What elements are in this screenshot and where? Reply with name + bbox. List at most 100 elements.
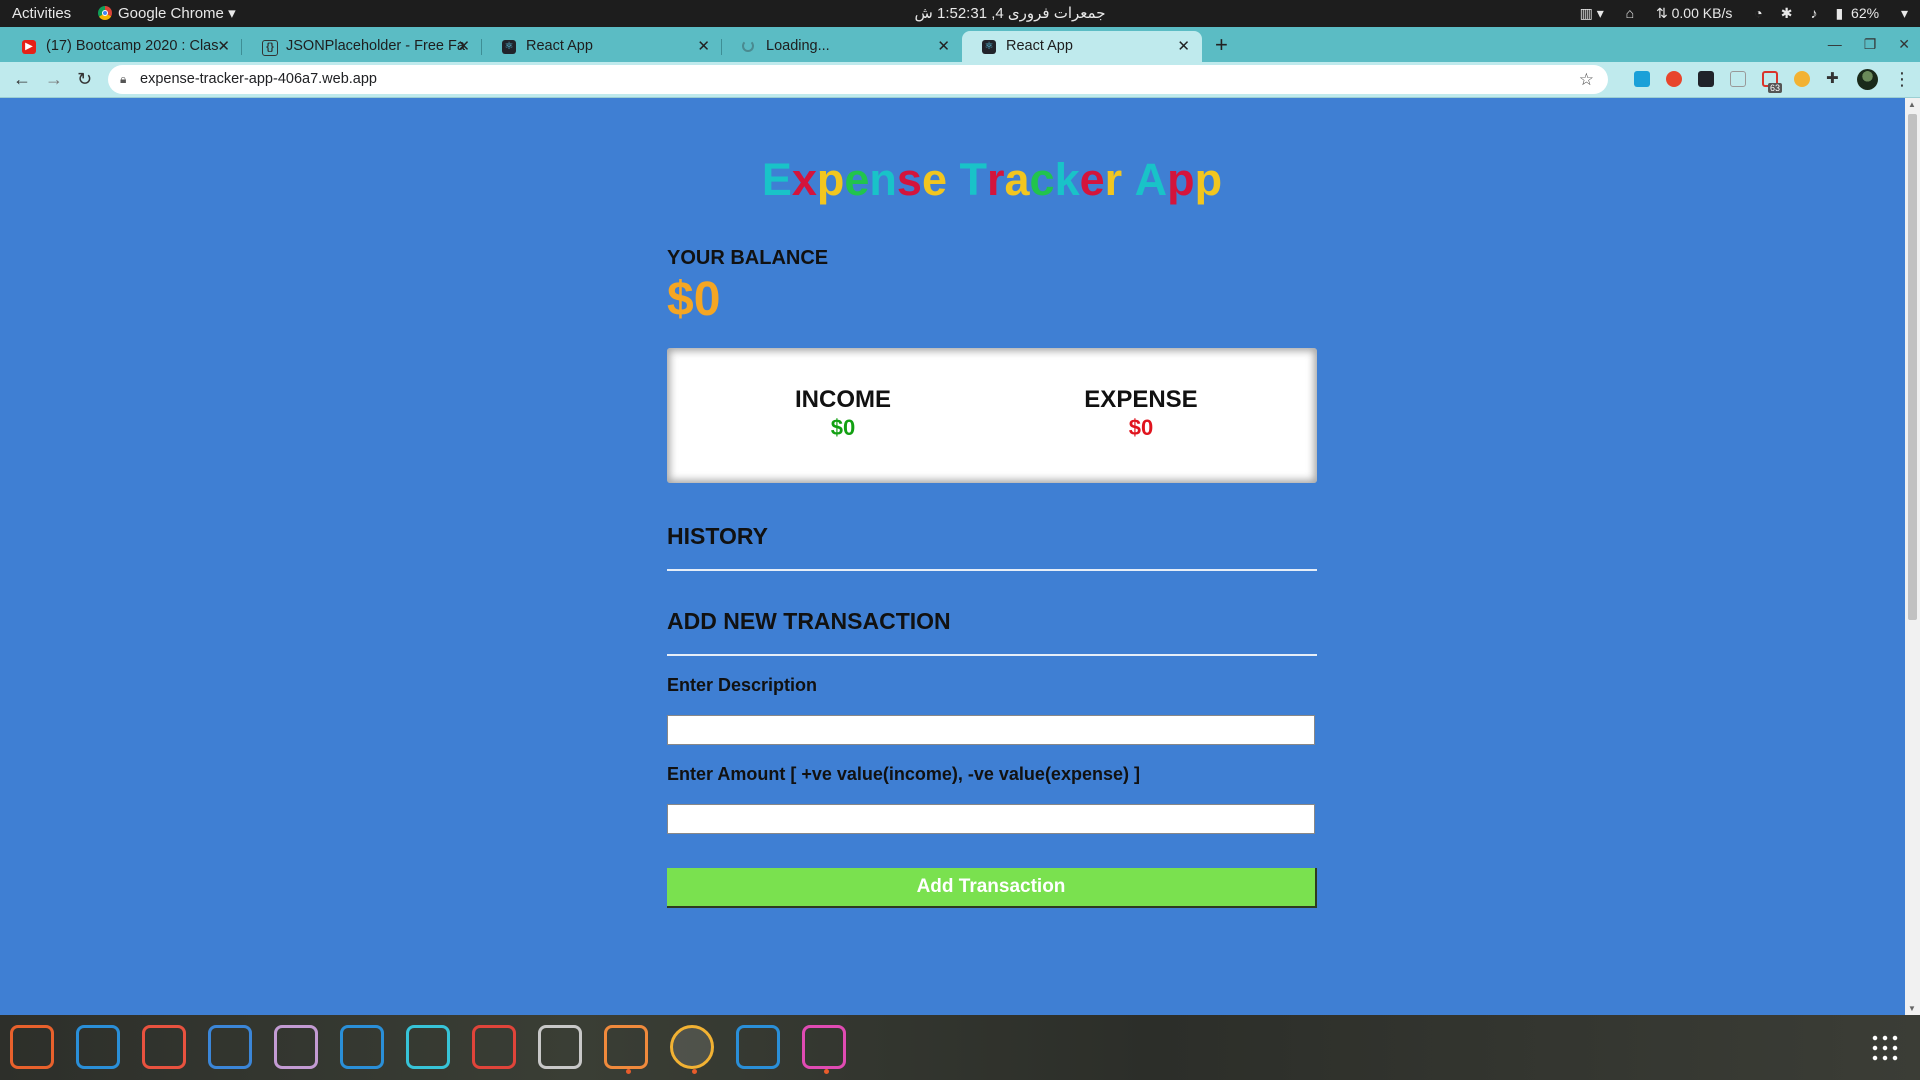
wifi-icon[interactable]: ◔	[1754, 5, 1762, 21]
extensions-puzzle-icon[interactable]: ✚	[1826, 71, 1842, 87]
files-icon[interactable]	[604, 1025, 648, 1074]
expense-label: EXPENSE	[1084, 386, 1198, 413]
vscode-icon[interactable]	[736, 1025, 780, 1069]
lock-icon[interactable]: 🔒︎	[120, 65, 126, 94]
income-label: INCOME	[795, 386, 891, 413]
title-letter: e	[1079, 154, 1105, 205]
web-page: Expense Tracker App YOUR BALANCE $0 INCO…	[0, 98, 1905, 1015]
extension-translate-icon[interactable]	[1634, 71, 1650, 87]
title-letter: e	[844, 154, 870, 205]
notes-icon[interactable]	[802, 1025, 846, 1074]
terminal-icon[interactable]	[406, 1025, 450, 1069]
chrome-menu-icon[interactable]: ⋮	[1893, 62, 1911, 97]
title-letter: A	[1134, 154, 1168, 205]
mail-extension-icon[interactable]	[1730, 71, 1746, 87]
tab-youtube[interactable]: ▶ (17) Bootcamp 2020 : Clas ✕	[2, 31, 242, 62]
title-letter: n	[869, 154, 897, 205]
usb-icon[interactable]: ⌂	[1626, 5, 1634, 21]
document-viewer-icon[interactable]	[538, 1025, 582, 1069]
pdf-viewer-icon[interactable]	[472, 1025, 516, 1069]
title-letter: p	[816, 154, 845, 205]
extension-badge-count: 63	[1767, 83, 1782, 93]
amount-input[interactable]	[667, 804, 1315, 834]
title-letter: e	[921, 154, 947, 205]
balance-value: $0	[667, 273, 721, 326]
back-icon[interactable]: ←	[13, 62, 31, 97]
close-icon[interactable]: ✕	[217, 31, 230, 62]
tab-jsonplaceholder[interactable]: {} JSONPlaceholder - Free Fa ✕	[242, 31, 482, 62]
help-icon[interactable]	[340, 1025, 384, 1069]
extension-checkmark-icon[interactable]	[1794, 71, 1810, 87]
history-heading: HISTORY	[667, 523, 768, 549]
title-letter	[1122, 154, 1135, 206]
add-transaction-divider	[667, 654, 1317, 656]
react-devtools-icon[interactable]	[1698, 71, 1714, 87]
description-label: Enter Description	[667, 675, 818, 695]
tab-title: (17) Bootcamp 2020 : Clas	[46, 38, 219, 54]
income-value: $0	[830, 415, 856, 440]
youtube-icon: ▶	[22, 40, 36, 54]
extension-badge-icon[interactable]: 63	[1762, 71, 1782, 93]
dock	[0, 1015, 1920, 1080]
page-scrollbar[interactable]: ▲ ▼	[1905, 98, 1920, 1015]
scroll-up-icon[interactable]: ▲	[1908, 100, 1916, 109]
tab-react-app[interactable]: ⚛ React App ✕	[482, 31, 722, 62]
restore-icon[interactable]: ❐	[1864, 36, 1877, 52]
reload-icon[interactable]: ↻	[77, 62, 92, 97]
close-icon[interactable]: ✕	[937, 31, 950, 62]
music-icon[interactable]	[142, 1025, 186, 1069]
title-letter: p	[1194, 154, 1223, 205]
window-controls: — ❐ ✕	[1806, 27, 1910, 62]
react-icon: ⚛	[982, 40, 996, 54]
history-divider	[667, 569, 1317, 571]
title-letter: k	[1054, 154, 1080, 205]
close-icon[interactable]: ✕	[697, 31, 710, 62]
text-editor-icon[interactable]	[208, 1025, 252, 1069]
browser-toolbar: ← → ↻ 🔒︎ expense-tracker-app-406a7.web.a…	[0, 62, 1920, 98]
forward-icon[interactable]: →	[45, 62, 63, 97]
bluetooth-icon[interactable]: ✱	[1781, 5, 1793, 21]
show-applications-icon[interactable]	[1870, 1033, 1900, 1063]
amount-label: Enter Amount [ +ve value(income), -ve va…	[667, 764, 1140, 784]
tab-strip: ▶ (17) Bootcamp 2020 : Clas ✕ {} JSONPla…	[0, 27, 1920, 62]
address-bar[interactable]: 🔒︎ expense-tracker-app-406a7.web.app ☆	[108, 65, 1608, 94]
profile-avatar[interactable]	[1857, 69, 1878, 90]
close-icon[interactable]: ✕	[1177, 31, 1190, 62]
chevron-down-icon[interactable]: ▾	[1901, 5, 1908, 21]
expense-value: $0	[1128, 415, 1154, 440]
add-transaction-button[interactable]: Add Transaction	[667, 868, 1317, 908]
title-letter: p	[1167, 154, 1195, 205]
system-tray[interactable]: ▥ ▾ ⌂ ⇅ 0.00 KB/s ◔ ✱ ♪ ▮ 62% ▾	[1562, 0, 1908, 27]
tab-react-app-active[interactable]: ⚛ React App ✕	[962, 31, 1202, 62]
close-icon[interactable]: ✕	[1898, 36, 1910, 52]
volume-icon[interactable]: ♪	[1810, 5, 1817, 21]
battery-icon[interactable]: ▮	[1835, 5, 1843, 21]
scroll-down-icon[interactable]: ▼	[1908, 1004, 1916, 1013]
tab-loading[interactable]: Loading... ✕	[722, 31, 962, 62]
new-tab-button[interactable]: +	[1215, 27, 1228, 62]
software-updater-icon[interactable]	[274, 1025, 318, 1069]
network-speed: ⇅ 0.00 KB/s	[1656, 5, 1733, 21]
minimize-icon[interactable]: —	[1828, 36, 1842, 52]
bookmark-star-icon[interactable]: ☆	[1579, 65, 1594, 94]
title-letter: r	[986, 154, 1005, 205]
extension-shield-icon[interactable]	[1666, 71, 1682, 87]
url-text: expense-tracker-app-406a7.web.app	[140, 71, 377, 87]
title-letter: r	[1104, 154, 1123, 205]
title-letter: a	[1004, 154, 1030, 205]
firefox-icon[interactable]	[10, 1025, 54, 1069]
income-summary: INCOME $0	[743, 386, 943, 442]
tab-title: React App	[1006, 38, 1073, 54]
description-input[interactable]	[667, 715, 1315, 745]
tab-title: React App	[526, 38, 593, 54]
mail-icon[interactable]	[76, 1025, 120, 1069]
title-letter: T	[959, 154, 987, 205]
close-icon[interactable]: ✕	[457, 31, 470, 62]
scrollbar-thumb[interactable]	[1908, 114, 1917, 620]
loading-icon	[742, 40, 754, 52]
battery-percent: 62%	[1851, 5, 1880, 21]
react-icon: ⚛	[502, 40, 516, 54]
expense-summary: EXPENSE $0	[1041, 386, 1241, 442]
chrome-icon[interactable]	[670, 1025, 714, 1074]
display-icon[interactable]: ▥ ▾	[1580, 5, 1604, 21]
